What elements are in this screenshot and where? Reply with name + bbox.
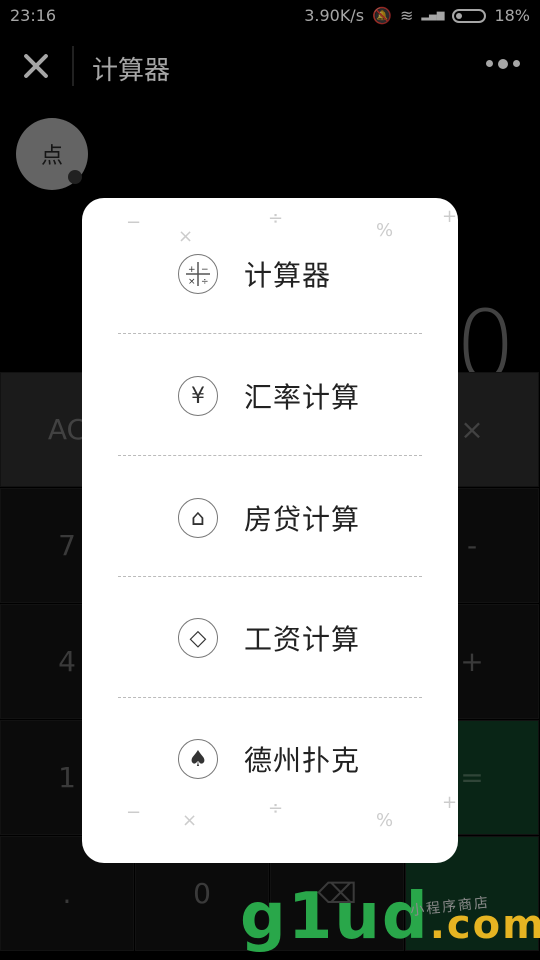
svg-text:÷: ÷ (201, 277, 209, 287)
deco-times: × (182, 810, 198, 831)
deco-percent: % (376, 810, 394, 831)
deco-plus: + (442, 792, 458, 813)
separator (118, 333, 422, 334)
menu-item-label: 房贷计算 (244, 503, 361, 536)
svg-text:−: − (201, 265, 209, 275)
deco-divide: ÷ (268, 798, 284, 819)
house-icon: ⌂ (178, 498, 218, 538)
menu-item-mortgage[interactable]: ⌂ 房贷计算 (118, 457, 422, 579)
menu-item-label: 计算器 (244, 259, 332, 292)
menu-item-label: 德州扑克 (244, 744, 361, 777)
deco-plus: + (442, 206, 458, 227)
watermark-brand: g1ud (240, 880, 430, 954)
menu-item-label: 汇率计算 (244, 381, 361, 414)
separator (118, 455, 422, 456)
menu-item-exchange[interactable]: ¥ 汇率计算 (118, 335, 422, 457)
wallet-icon: ◇ (178, 618, 218, 658)
svg-text:×: × (188, 277, 196, 287)
menu-popup: − × ÷ % + + − × ÷ 计算器 ¥ 汇率计算 ⌂ 房贷计算 ◇ 工资… (82, 198, 458, 863)
calculator-icon: + − × ÷ (178, 254, 218, 294)
deco-minus: − (126, 802, 142, 823)
menu-item-salary[interactable]: ◇ 工资计算 (118, 577, 422, 699)
watermark-logo: g1ud.com (240, 880, 540, 954)
svg-text:+: + (188, 265, 196, 275)
menu-item-label: 工资计算 (244, 623, 361, 656)
yen-icon: ¥ (178, 376, 218, 416)
poker-icon: ♠ (178, 739, 218, 779)
menu-item-calculator[interactable]: + − × ÷ 计算器 (118, 213, 422, 335)
